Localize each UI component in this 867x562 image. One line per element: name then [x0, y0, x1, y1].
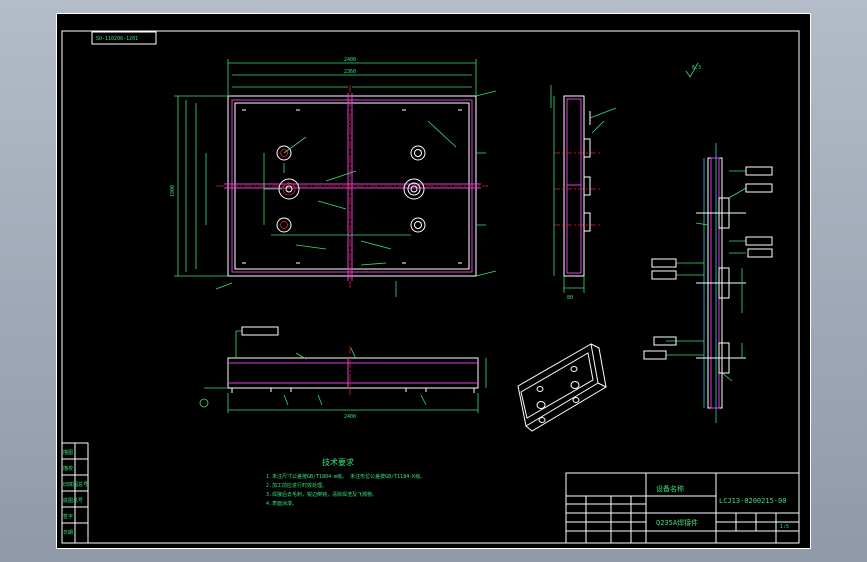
dim-height-main: 1900 [170, 185, 176, 197]
elevation-dimensions [204, 330, 487, 413]
gdt-frame-1 [241, 326, 279, 336]
isometric-view [517, 343, 607, 432]
tech-note-4: 4.表面涂漆。 [266, 500, 297, 507]
datum-a-symbol [199, 398, 209, 408]
title-part-name: Q235A焊接件 [656, 518, 698, 527]
dim-inner-width: 2360 [344, 69, 356, 75]
section-view [643, 143, 773, 423]
front-view-dimensions [174, 59, 497, 297]
title-org: 设备名称 [656, 484, 684, 493]
tech-requirements-title: 技术要求 [322, 457, 354, 467]
roughness-symbol: 6.3 [685, 62, 701, 78]
outer-border [56, 13, 811, 549]
tech-note-2: 2.加工前应进行时效处理。 [266, 482, 327, 489]
left-col-4: 底图总号 [63, 497, 83, 504]
title-block [565, 472, 800, 544]
left-col-6: 日期 [63, 530, 73, 536]
left-col-3: 旧底图总号 [63, 481, 88, 488]
title-scale: 1:5 [780, 524, 789, 530]
dim-ft-total: 2400 [344, 414, 356, 420]
tech-note-3: 3.焊接后去毛刺，锐边倒钝，清除焊渣及飞溅物。 [266, 491, 377, 498]
inner-border [61, 30, 800, 544]
dim-overall-width: 2400 [344, 57, 356, 63]
front-view [216, 85, 488, 288]
left-col-2: 描校 [63, 465, 73, 472]
drawing-sheet: SO-110206-1201 2400 2360 1900 2400 80 6.… [56, 13, 811, 549]
side-view [554, 95, 601, 277]
left-col-5: 签字 [63, 513, 73, 520]
tech-note-1: 1.未注尺寸公差按GB/T1804-m级。 未注形位公差按GB/T1184-K级… [266, 473, 425, 480]
left-col-1: 描图 [63, 449, 73, 456]
block-label: SO-110206-1201 [96, 36, 138, 42]
title-drawing-no: LCJ13-0200215-00 [719, 497, 786, 505]
left-column-table [61, 442, 89, 544]
svg-text:6.3: 6.3 [692, 65, 701, 71]
cad-drawing: SO-110206-1201 2400 2360 1900 2400 80 6.… [56, 13, 811, 549]
dim-thickness: 80 [567, 295, 573, 301]
